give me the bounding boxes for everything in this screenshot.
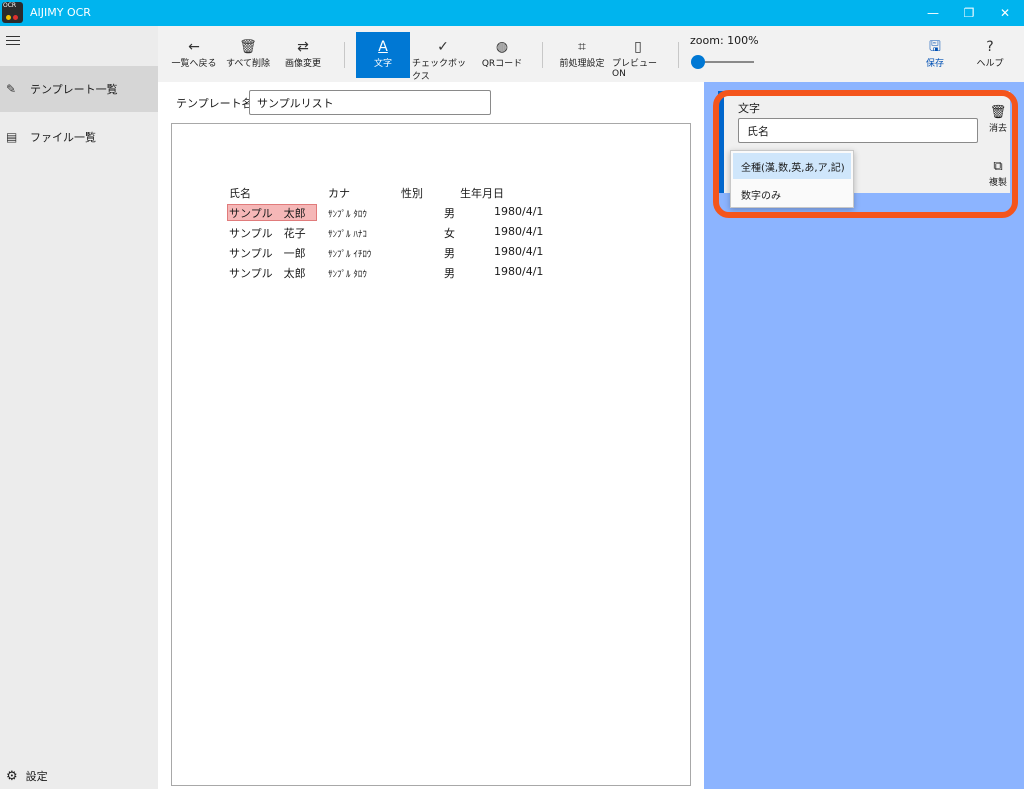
zoom-label: zoom: — [690, 34, 724, 47]
field-name-input[interactable] — [738, 118, 978, 143]
doc-cell-gender: 女 — [444, 227, 455, 240]
question-mark-icon: ? — [986, 39, 994, 55]
char-type-dropdown[interactable]: 全種(漢,数,英,あ,ア,記) 数字のみ — [730, 150, 854, 208]
zoom-slider-thumb[interactable] — [691, 55, 705, 69]
doc-cell-kana: ｻﾝﾌﾟﾙ ﾀﾛｳ — [328, 270, 367, 280]
document-canvas[interactable]: 氏名 カナ 性別 生年月日 サンプル 太郎 ｻﾝﾌﾟﾙ ﾀﾛｳ 男 1980/4… — [171, 123, 691, 786]
preprocess-settings-button[interactable]: ⌗ 前処理設定 — [556, 32, 608, 78]
qrcode-field-button[interactable]: ◍ QRコード — [480, 32, 524, 78]
preprocess-label: 前処理設定 — [559, 59, 605, 69]
minimize-button[interactable]: — — [915, 0, 951, 26]
zoom-slider-track[interactable] — [698, 61, 754, 63]
doc-cell-name: サンプル 一郎 — [229, 247, 306, 260]
help-button[interactable]: ? ヘルプ — [973, 32, 1007, 78]
doc-cell-birthdate: 1980/4/1 — [494, 245, 544, 258]
toolbar-divider — [344, 42, 345, 68]
checkbox-label: チェックボックス — [412, 59, 467, 82]
doc-cell-gender: 男 — [444, 247, 455, 260]
document-icon: ▯ — [634, 39, 642, 55]
text-field-button[interactable]: A 文字 — [356, 32, 410, 78]
swap-arrows-icon: ⇄ — [297, 39, 309, 55]
app-logo-text: OCR — [3, 2, 17, 9]
delete-field-label: 消去 — [988, 124, 1007, 134]
toolbar: ← 一覧へ戻る 🗑 すべて削除 ⇄ 画像変更 A 文字 ✓ チェックボックス ◍… — [158, 26, 1024, 82]
doc-cell-name: サンプル 太郎 — [229, 267, 306, 280]
nav-item-label: ファイル一覧 — [30, 131, 96, 144]
back-label: 一覧へ戻る — [171, 59, 217, 69]
duplicate-field-button[interactable]: ⧉ 複製 — [982, 159, 1014, 188]
doc-header-kana: カナ — [328, 187, 350, 200]
delete-field-button[interactable]: 🗑 消去 — [982, 105, 1014, 134]
gear-icon: ⚙ — [6, 768, 18, 784]
file-list-icon: ▤ — [6, 130, 18, 144]
preview-toggle-button[interactable]: ▯ プレビューON — [612, 32, 664, 79]
side-nav: ✎ テンプレート一覧 ▤ ファイル一覧 ⚙ 設定 — [0, 26, 158, 789]
field-type-label: 文字 — [738, 102, 760, 115]
duplicate-field-label: 複製 — [988, 178, 1007, 188]
doc-cell-birthdate: 1980/4/1 — [494, 205, 544, 218]
toolbar-divider — [542, 42, 543, 68]
doc-cell-gender: 男 — [444, 207, 455, 220]
settings-label: 設定 — [25, 770, 48, 783]
doc-header-birthdate: 生年月日 — [460, 187, 504, 200]
title-bar: OCR AIJIMY OCR — ❐ ✕ — [0, 0, 1024, 26]
nav-item-files[interactable]: ▤ ファイル一覧 — [0, 114, 158, 160]
trash-icon: 🗑 — [989, 105, 1007, 120]
qrcode-label: QRコード — [481, 59, 523, 69]
checkmark-icon: ✓ — [437, 39, 449, 55]
template-editor: テンプレート名： 氏名 カナ 性別 生年月日 サンプル 太郎 ｻﾝﾌﾟﾙ ﾀﾛｳ… — [158, 82, 704, 789]
doc-cell-birthdate: 1980/4/1 — [494, 225, 544, 238]
doc-cell-birthdate: 1980/4/1 — [494, 265, 544, 278]
toolbar-divider — [678, 42, 679, 68]
doc-cell-kana: ｻﾝﾌﾟﾙ ﾊﾅｺ — [328, 230, 367, 240]
floppy-disk-icon: 🖫 — [929, 39, 941, 55]
app-title: AIJIMY OCR — [30, 6, 91, 19]
text-label: 文字 — [373, 59, 392, 69]
delete-all-label: すべて削除 — [225, 59, 270, 69]
save-button[interactable]: 🖫 保存 — [918, 32, 952, 78]
change-image-label: 画像変更 — [284, 59, 321, 69]
zoom-value: 100% — [727, 34, 759, 47]
save-label: 保存 — [925, 59, 944, 69]
zoom-readout: zoom: 100% — [690, 34, 759, 47]
template-name-input[interactable] — [249, 90, 491, 115]
nav-settings[interactable]: ⚙ 設定 — [6, 768, 48, 784]
doc-header-gender: 性別 — [401, 187, 423, 200]
checkbox-field-button[interactable]: ✓ チェックボックス — [412, 32, 474, 82]
dropdown-option-digits[interactable]: 数字のみ — [733, 181, 851, 207]
arrow-left-icon: ← — [188, 39, 200, 55]
copy-icon: ⧉ — [993, 159, 1003, 174]
edit-template-icon: ✎ — [6, 82, 17, 96]
globe-icon: ◍ — [495, 39, 509, 55]
doc-cell-name: サンプル 花子 — [229, 227, 306, 240]
nav-item-label: テンプレート一覧 — [30, 83, 118, 96]
preview-label: プレビューON — [612, 59, 658, 79]
hamburger-menu-icon[interactable] — [6, 36, 20, 48]
delete-all-button[interactable]: 🗑 すべて削除 — [224, 32, 272, 78]
help-label: ヘルプ — [976, 59, 1004, 69]
back-to-list-button[interactable]: ← 一覧へ戻る — [170, 32, 218, 78]
trash-icon: 🗑 — [239, 39, 257, 55]
doc-cell-gender: 男 — [444, 267, 455, 280]
doc-header-name: 氏名 — [229, 187, 251, 200]
doc-cell-kana: ｻﾝﾌﾟﾙ ﾀﾛｳ — [328, 210, 367, 220]
crop-icon: ⌗ — [578, 39, 586, 55]
dropdown-option-all[interactable]: 全種(漢,数,英,あ,ア,記) — [733, 153, 851, 179]
doc-cell-kana: ｻﾝﾌﾟﾙ ｲﾁﾛｳ — [328, 250, 372, 260]
doc-cell-name: サンプル 太郎 — [229, 207, 306, 220]
text-icon: A — [378, 39, 388, 55]
maximize-button[interactable]: ❐ — [951, 0, 987, 26]
change-image-button[interactable]: ⇄ 画像変更 — [280, 32, 326, 78]
close-button[interactable]: ✕ — [987, 0, 1023, 26]
app-logo-icon: OCR — [2, 2, 23, 23]
nav-item-templates[interactable]: ✎ テンプレート一覧 — [0, 66, 158, 112]
